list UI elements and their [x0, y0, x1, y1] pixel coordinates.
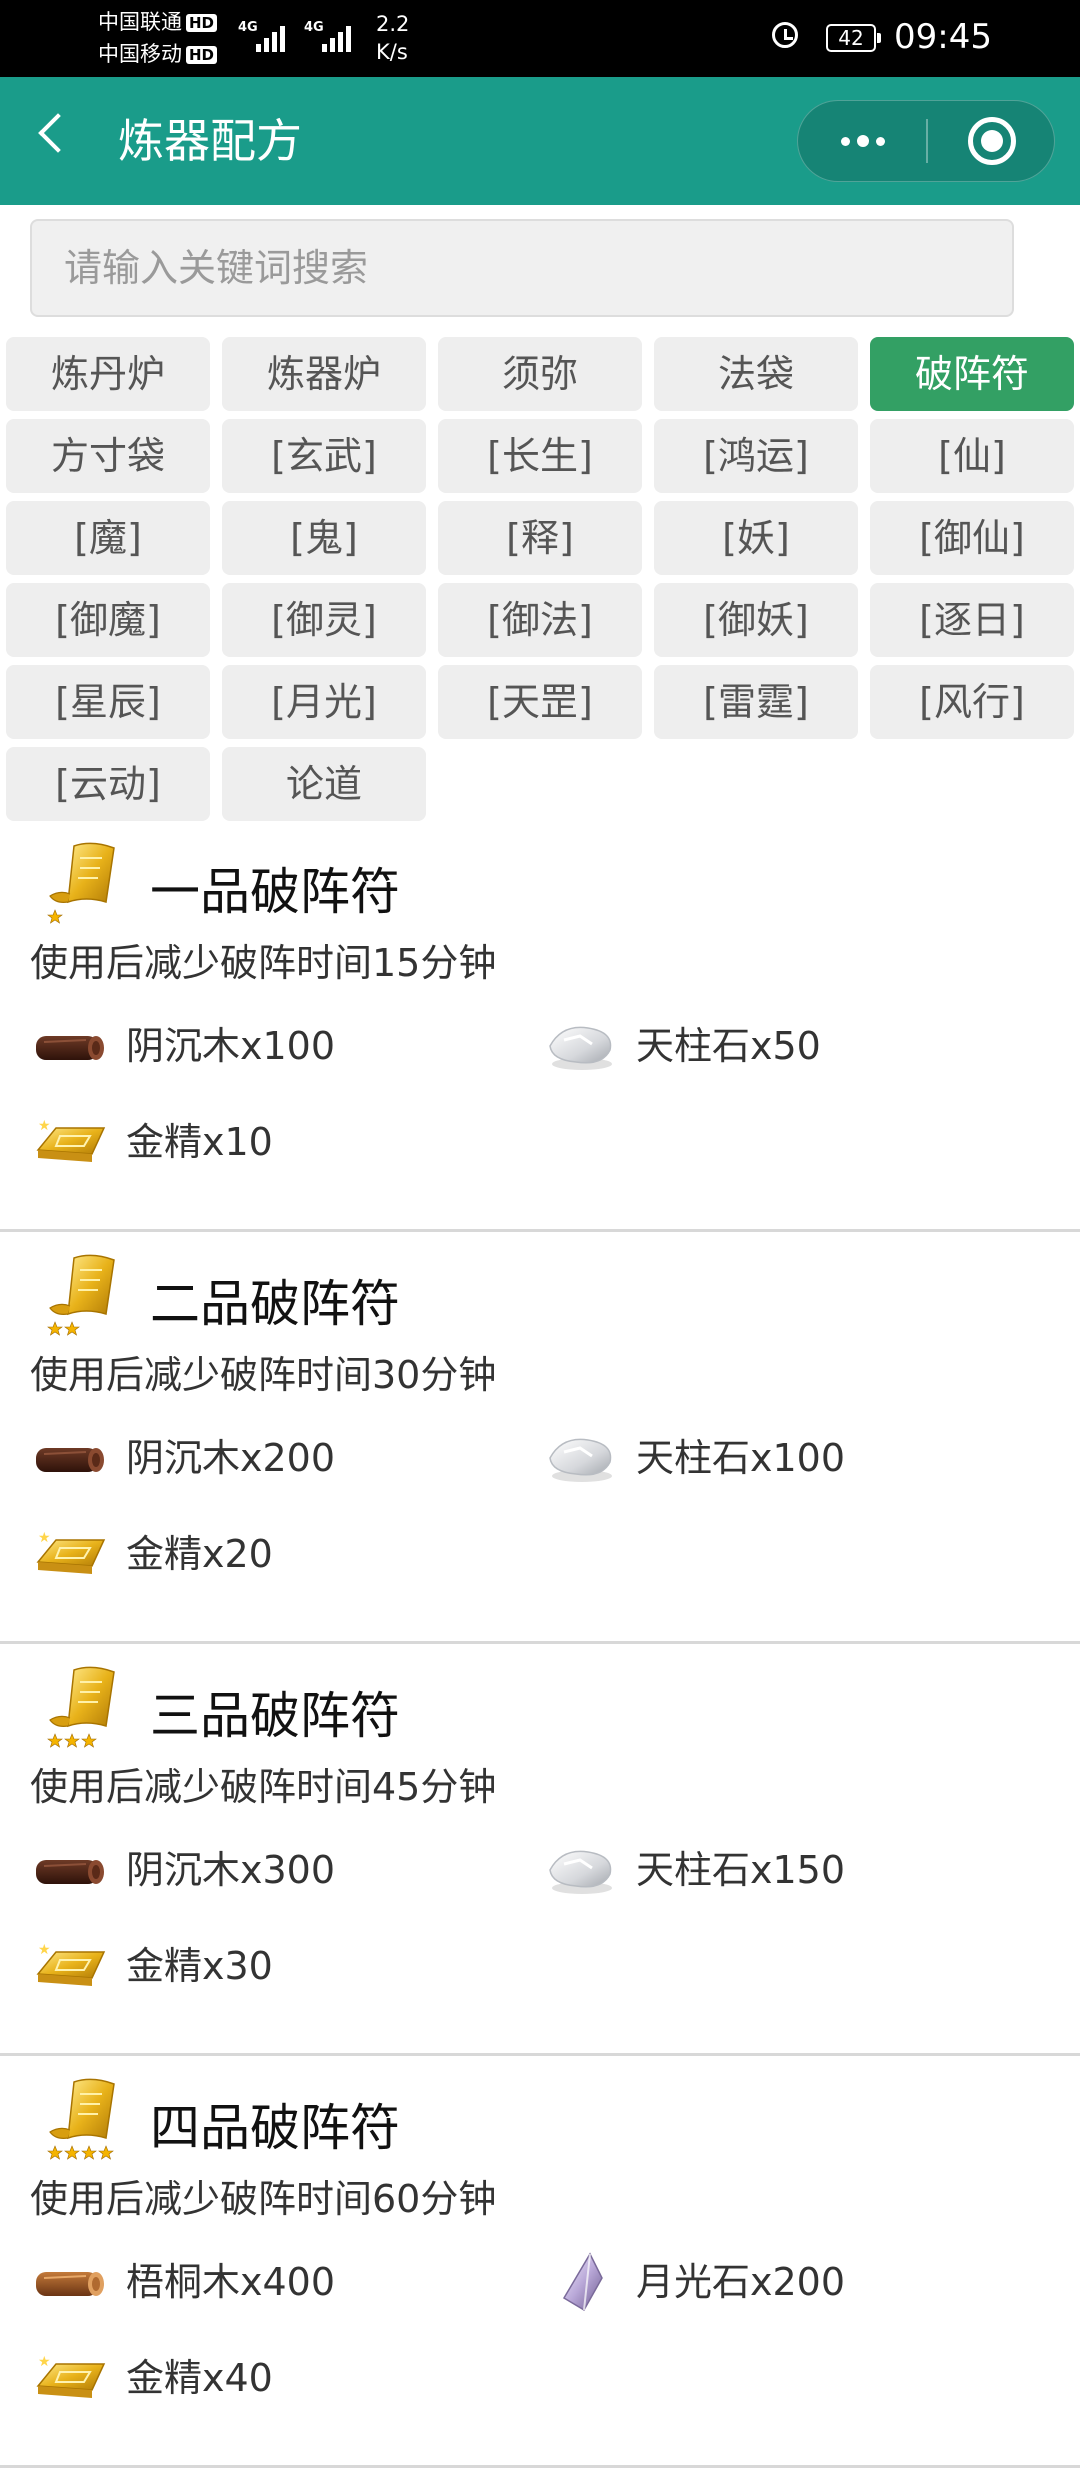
recipe-description: 使用后减少破阵时间45分钟 — [30, 1765, 497, 1809]
category-tab[interactable]: [玄武] — [222, 419, 426, 493]
gold-ingot-icon: ★ — [30, 1936, 110, 1996]
category-tab[interactable]: 论道 — [222, 747, 426, 821]
svg-text:★: ★ — [38, 1942, 51, 1958]
category-tab[interactable]: [鬼] — [222, 501, 426, 575]
mini-program-capsule — [797, 100, 1055, 182]
recipe-title: 三品破阵符 — [150, 1687, 400, 1745]
category-tab[interactable]: [魔] — [6, 501, 210, 575]
material-name: 金精x10 — [126, 1120, 273, 1164]
category-tab[interactable]: 炼器炉 — [222, 337, 426, 411]
page-title: 炼器配方 — [118, 114, 302, 168]
signal-1-type: 4G — [238, 20, 258, 35]
material-name: 天柱石x150 — [636, 1848, 846, 1892]
gold-ingot-icon: ★ — [30, 2348, 110, 2408]
category-tab[interactable]: 法袋 — [654, 337, 858, 411]
category-tab[interactable]: [仙] — [870, 419, 1074, 493]
material-name: 金精x40 — [126, 2356, 273, 2400]
svg-text:★: ★ — [38, 1530, 51, 1546]
category-tab[interactable]: [月光] — [222, 665, 426, 739]
category-tab[interactable]: [天罡] — [438, 665, 642, 739]
category-tab[interactable]: [妖] — [654, 501, 858, 575]
recipe-title: 二品破阵符 — [150, 1275, 400, 1333]
clock: 09:45 — [894, 17, 992, 57]
talisman-scroll-icon — [40, 1664, 126, 1752]
svg-text:★: ★ — [38, 1118, 51, 1134]
pillar-stone-icon — [540, 1428, 620, 1488]
carrier-2: 中国移动 HD — [98, 42, 218, 66]
material-name: 阴沉木x200 — [126, 1436, 336, 1480]
hd-badge-2: HD — [186, 46, 218, 64]
material-name: 金精x20 — [126, 1532, 273, 1576]
recipe-card: 二品破阵符使用后减少破阵时间30分钟阴沉木x200 天柱石x100 ★ 金精x20 — [0, 1232, 1080, 1644]
category-tab[interactable]: [逐日] — [870, 583, 1074, 657]
category-tab[interactable]: [御魔] — [6, 583, 210, 657]
material-name: 金精x30 — [126, 1944, 273, 1988]
talisman-scroll-icon — [40, 1252, 126, 1340]
capsule-divider — [926, 119, 928, 163]
recipe-description: 使用后减少破阵时间15分钟 — [30, 941, 497, 985]
talisman-scroll-icon — [40, 2076, 126, 2164]
category-tab[interactable]: [风行] — [870, 665, 1074, 739]
gold-ingot-icon: ★ — [30, 1112, 110, 1172]
back-arrow-icon[interactable] — [38, 113, 78, 153]
category-tab[interactable]: [长生] — [438, 419, 642, 493]
svg-text:★: ★ — [38, 2354, 51, 2370]
speed-value: 2.2 — [376, 12, 410, 36]
category-tab[interactable]: [释] — [438, 501, 642, 575]
nav-bar: 炼器配方 — [0, 77, 1080, 205]
battery-icon: 42 — [826, 24, 881, 52]
pillar-stone-icon — [540, 1016, 620, 1076]
category-tab[interactable]: [御妖] — [654, 583, 858, 657]
recipe-card: 三品破阵符使用后减少破阵时间45分钟阴沉木x300 天柱石x150 ★ 金精x30 — [0, 1644, 1080, 2056]
close-target-icon[interactable] — [968, 117, 1016, 165]
speed-unit: K/s — [376, 40, 408, 64]
category-tab[interactable]: [鸿运] — [654, 419, 858, 493]
gold-ingot-icon: ★ — [30, 1524, 110, 1584]
recipe-title: 四品破阵符 — [150, 2099, 400, 2157]
recipe-card: 四品破阵符使用后减少破阵时间60分钟梧桐木x400 月光石x200 ★ 金精x40 — [0, 2056, 1080, 2468]
pillar-stone-icon — [540, 1840, 620, 1900]
category-tab[interactable]: [雷霆] — [654, 665, 858, 739]
material-name: 天柱石x50 — [636, 1024, 821, 1068]
search-input[interactable] — [30, 219, 1014, 317]
recipe-title: 一品破阵符 — [150, 863, 400, 921]
carrier-1-name: 中国联通 — [98, 10, 182, 34]
material-name: 阴沉木x100 — [126, 1024, 336, 1068]
category-tab[interactable]: 方寸袋 — [6, 419, 210, 493]
light-wood-icon — [30, 2252, 110, 2312]
category-tab[interactable]: [御灵] — [222, 583, 426, 657]
network-speed: 2.2 K/s — [376, 10, 409, 66]
category-tab[interactable]: 炼丹炉 — [6, 337, 210, 411]
material-name: 梧桐木x400 — [126, 2260, 336, 2304]
moonlight-stone-icon — [540, 2252, 620, 2312]
signal-2-type: 4G — [304, 20, 324, 35]
carrier-2-name: 中国移动 — [98, 42, 182, 66]
recipe-card: 一品破阵符使用后减少破阵时间15分钟阴沉木x100 天柱石x50 ★ 金精x10 — [0, 820, 1080, 1232]
category-tab[interactable]: [御法] — [438, 583, 642, 657]
recipe-description: 使用后减少破阵时间60分钟 — [30, 2177, 497, 2221]
material-name: 月光石x200 — [636, 2260, 846, 2304]
category-tab[interactable]: [御仙] — [870, 501, 1074, 575]
material-name: 阴沉木x300 — [126, 1848, 336, 1892]
category-tab[interactable]: [星辰] — [6, 665, 210, 739]
carrier-1: 中国联通 HD — [98, 10, 218, 34]
material-name: 天柱石x100 — [636, 1436, 846, 1480]
category-tab-active[interactable]: 破阵符 — [870, 337, 1074, 411]
category-tab[interactable]: [云动] — [6, 747, 210, 821]
dark-wood-icon — [30, 1016, 110, 1076]
talisman-scroll-icon — [40, 840, 126, 928]
dark-wood-icon — [30, 1840, 110, 1900]
hd-badge-1: HD — [186, 14, 218, 32]
status-bar: 中国联通 HD 中国移动 HD 4G 4G 2.2 K/s 42 09:45 — [0, 0, 1080, 77]
category-tab[interactable]: 须弥 — [438, 337, 642, 411]
more-dots-icon[interactable] — [798, 101, 927, 181]
recipe-description: 使用后减少破阵时间30分钟 — [30, 1353, 497, 1397]
alarm-icon — [772, 22, 798, 48]
dark-wood-icon — [30, 1428, 110, 1488]
